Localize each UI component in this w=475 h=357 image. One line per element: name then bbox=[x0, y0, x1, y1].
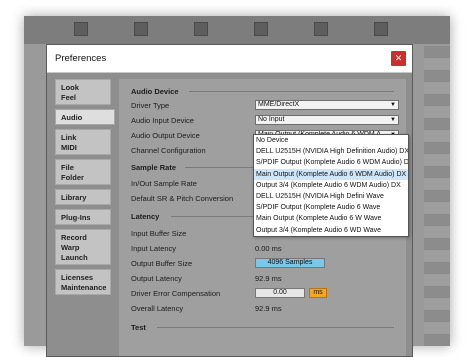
tab-look-feel[interactable]: Look Feel bbox=[55, 79, 111, 105]
section-test: Test bbox=[131, 323, 146, 332]
dropdown-option[interactable]: DELL U2515H (NVIDIA High Defini Wave bbox=[254, 191, 408, 202]
tab-record-warp-launch[interactable]: Record Warp Launch bbox=[55, 229, 111, 265]
output-latency-value: 92.9 ms bbox=[255, 274, 282, 283]
dropdown-option[interactable]: S/PDIF Output (Komplete Audio 6 WDM Audi… bbox=[254, 157, 408, 168]
input-device-select[interactable]: No Input ▼ bbox=[255, 115, 399, 125]
output-latency-label: Output Latency bbox=[131, 274, 182, 283]
output-buffer-unit: Samples bbox=[285, 259, 313, 266]
overall-latency-value: 92.9 ms bbox=[255, 304, 282, 313]
chevron-down-icon: ▼ bbox=[390, 102, 396, 108]
background-control bbox=[254, 22, 268, 36]
background-toolbar bbox=[24, 16, 450, 44]
dropdown-option[interactable]: S/PDIF Output (Komplete Audio 6 Wave bbox=[254, 202, 408, 213]
dropdown-option[interactable]: DELL U2515H (NVIDIA High Definition Audi… bbox=[254, 146, 408, 157]
background-control bbox=[194, 22, 208, 36]
dropdown-option[interactable]: Output 3/4 (Komplete Audio 6 WDM Audio) … bbox=[254, 180, 408, 191]
input-latency-label: Input Latency bbox=[131, 244, 177, 253]
ms-unit-button[interactable]: ms bbox=[309, 288, 327, 298]
tab-link-midi[interactable]: Link MIDI bbox=[55, 129, 111, 155]
output-buffer-value: 4096 bbox=[267, 259, 284, 266]
background-control bbox=[314, 22, 328, 36]
background-control bbox=[374, 22, 388, 36]
dialog-title: Preferences bbox=[55, 53, 107, 64]
dropdown-option[interactable]: Main Output (Komplete Audio 6 W Wave bbox=[254, 213, 408, 224]
in-out-sample-rate-label: In/Out Sample Rate bbox=[131, 179, 197, 188]
close-button[interactable]: ✕ bbox=[391, 51, 406, 66]
driver-error-field[interactable]: 0.00 bbox=[255, 288, 305, 298]
section-sample-rate: Sample Rate bbox=[131, 163, 177, 172]
dropdown-option[interactable]: No Device bbox=[254, 135, 408, 146]
tab-library[interactable]: Library bbox=[55, 189, 111, 205]
default-sr-label: Default SR & Pitch Conversion bbox=[131, 194, 234, 203]
overall-latency-label: Overall Latency bbox=[131, 304, 184, 313]
background-control bbox=[74, 22, 88, 36]
input-latency-value: 0.00 ms bbox=[255, 244, 282, 253]
section-divider bbox=[157, 327, 394, 328]
section-audio-device: Audio Device bbox=[131, 87, 179, 96]
section-latency: Latency bbox=[131, 212, 160, 221]
channel-config-label: Channel Configuration bbox=[131, 146, 206, 155]
driver-type-label: Driver Type bbox=[131, 101, 170, 110]
output-device-dropdown-menu: No Device DELL U2515H (NVIDIA High Defin… bbox=[253, 134, 409, 237]
dialog-titlebar: Preferences ✕ bbox=[47, 45, 412, 73]
input-buffer-label: Input Buffer Size bbox=[131, 229, 187, 238]
section-divider bbox=[171, 216, 266, 217]
driver-error-label: Driver Error Compensation bbox=[131, 289, 221, 298]
tab-licenses-maintenance[interactable]: Licenses Maintenance bbox=[55, 269, 111, 295]
tab-plug-ins[interactable]: Plug-Ins bbox=[55, 209, 111, 225]
background-control bbox=[134, 22, 148, 36]
driver-type-value: MME/DirectX bbox=[258, 101, 300, 108]
tab-file-folder[interactable]: File Folder bbox=[55, 159, 111, 185]
driver-type-select[interactable]: MME/DirectX ▼ bbox=[255, 100, 399, 110]
output-buffer-label: Output Buffer Size bbox=[131, 259, 193, 268]
section-divider bbox=[189, 91, 394, 92]
chevron-down-icon: ▼ bbox=[390, 117, 396, 123]
output-device-label: Audio Output Device bbox=[131, 131, 200, 140]
background-track-grid bbox=[424, 46, 450, 346]
dropdown-option[interactable]: Output 3/4 (Komplete Audio 6 WD Wave bbox=[254, 225, 408, 236]
input-device-label: Audio Input Device bbox=[131, 116, 194, 125]
input-device-value: No Input bbox=[258, 116, 285, 123]
dropdown-option-selected[interactable]: Main Output (Komplete Audio 6 WDM Audio)… bbox=[254, 168, 408, 180]
output-buffer-field[interactable]: 4096 Samples bbox=[255, 258, 325, 268]
tab-audio[interactable]: Audio bbox=[55, 109, 115, 125]
